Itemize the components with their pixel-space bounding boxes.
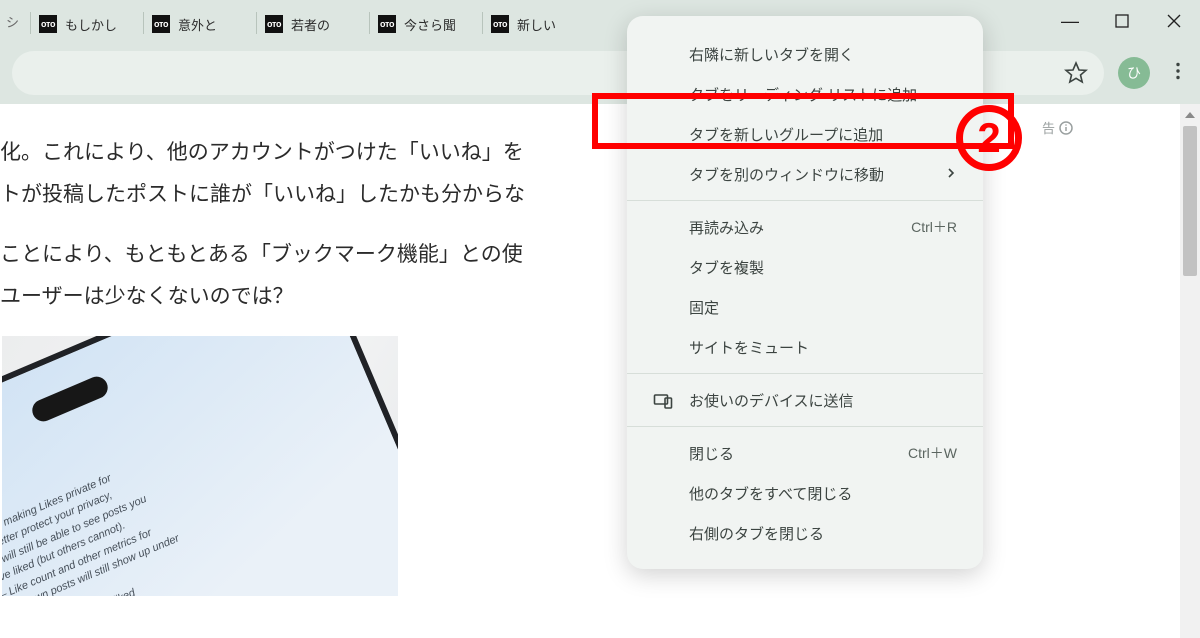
menu-item-label: 固定	[689, 297, 719, 318]
phone-screenshot-text: ing ♥ We're making Likes private for to …	[2, 348, 398, 596]
menu-divider	[627, 200, 983, 201]
menu-item-label: 他のタブをすべて閉じる	[689, 483, 852, 504]
phone-pill-label	[29, 373, 111, 425]
page-content: 化。これにより、他のアカウントがつけた「いいね」を トが投稿したポストに誰が「い…	[0, 104, 1180, 638]
menu-divider	[627, 426, 983, 427]
tab-fragment-label: シ	[6, 12, 19, 31]
article-line: ユーザーは少なくないのでは？	[0, 285, 294, 308]
minimize-icon: —	[1061, 11, 1079, 32]
menu-item-move-to-window[interactable]: タブを別のウィンドウに移動	[627, 154, 983, 194]
tab-item[interactable]: oтo 新しい	[483, 6, 595, 42]
menu-item-shortcut: Ctrl＋R	[911, 217, 957, 237]
tab-label: 意外と	[178, 15, 246, 34]
article-line: ことにより、もともとある「ブックマーク機能」との使	[0, 243, 523, 266]
menu-item-shortcut: Ctrl＋W	[908, 443, 957, 463]
menu-divider	[627, 373, 983, 374]
tab-item[interactable]: oтo 意外と	[144, 6, 256, 42]
tab-strip: シ oтo もしかし oтo 意外と oтo 若者の oтo 今さら聞 oтo …	[0, 0, 1200, 42]
menu-item-add-to-new-group[interactable]: タブを新しいグループに追加	[627, 114, 983, 154]
menu-item-label: サイトをミュート	[689, 337, 809, 358]
article-line: トが投稿したポストに誰が「いいね」したかも分からな	[0, 183, 525, 206]
menu-item-label: お使いのデバイスに送信	[689, 390, 854, 411]
menu-item-label: タブを複製	[689, 257, 764, 278]
window-controls: —	[1044, 0, 1200, 42]
menu-item-label: 再読み込み	[689, 217, 764, 238]
scrollbar-thumb[interactable]	[1183, 126, 1197, 276]
menu-item-reload[interactable]: 再読み込み Ctrl＋R	[627, 207, 983, 247]
tab-label: 新しい	[517, 15, 585, 34]
tab-label: 今さら聞	[404, 15, 472, 34]
tab-favicon-icon: oтo	[378, 15, 396, 33]
browser-menu-button[interactable]	[1168, 61, 1188, 86]
article-line: 化。これにより、他のアカウントがつけた「いいね」を	[0, 141, 524, 164]
menu-item-label: タブを別のウィンドウに移動	[689, 164, 884, 185]
tab-label: もしかし	[65, 15, 133, 34]
maximize-icon	[1115, 14, 1129, 28]
tab-item[interactable]: oтo 若者の	[257, 6, 369, 42]
menu-item-label: タブをリーディング リストに追加	[689, 84, 917, 105]
close-button[interactable]	[1148, 0, 1200, 42]
scroll-up-icon[interactable]	[1184, 108, 1196, 120]
article-paragraph: 化。これにより、他のアカウントがつけた「いいね」を トが投稿したポストに誰が「い…	[0, 132, 640, 216]
tab-item[interactable]: oтo もしかし	[31, 6, 143, 42]
tab-fragment-left: シ	[0, 0, 30, 42]
menu-item-label: 閉じる	[689, 443, 734, 464]
menu-item-close[interactable]: 閉じる Ctrl＋W	[627, 433, 983, 473]
tab-favicon-icon: oтo	[265, 15, 283, 33]
profile-avatar[interactable]: ひ	[1118, 57, 1150, 89]
article-paragraph: ことにより、もともとある「ブックマーク機能」との使 ユーザーは少なくないのでは？	[0, 234, 640, 318]
bookmark-star-button[interactable]	[1064, 61, 1088, 85]
article-image: ing ♥ We're making Likes private for to …	[2, 336, 398, 596]
minimize-button[interactable]: —	[1044, 0, 1096, 42]
ad-info-badge[interactable]: 告	[1042, 118, 1073, 137]
menu-item-label: タブを新しいグループに追加	[689, 124, 883, 145]
menu-item-label: 右側のタブを閉じる	[689, 523, 824, 544]
menu-item-pin[interactable]: 固定	[627, 287, 983, 327]
tab-favicon-icon: oтo	[491, 15, 509, 33]
ad-label: 告	[1042, 118, 1055, 137]
menu-item-mute-site[interactable]: サイトをミュート	[627, 327, 983, 367]
menu-item-close-other-tabs[interactable]: 他のタブをすべて閉じる	[627, 473, 983, 513]
menu-item-send-to-devices[interactable]: お使いのデバイスに送信	[627, 380, 983, 420]
menu-item-new-tab-right[interactable]: 右隣に新しいタブを開く	[627, 34, 983, 74]
tab-label: 若者の	[291, 15, 359, 34]
kebab-icon	[1168, 61, 1188, 81]
star-icon	[1064, 61, 1088, 85]
menu-item-label: 右隣に新しいタブを開く	[689, 44, 854, 65]
menu-item-add-reading-list[interactable]: タブをリーディング リストに追加	[627, 74, 983, 114]
devices-icon	[653, 391, 673, 411]
tab-item[interactable]: oтo 今さら聞	[370, 6, 482, 42]
close-icon	[1167, 14, 1181, 28]
info-icon	[1059, 121, 1073, 135]
avatar-initial: ひ	[1127, 63, 1141, 83]
toolbar-row: ひ	[0, 42, 1200, 104]
tab-context-menu: 右隣に新しいタブを開く タブをリーディング リストに追加 タブを新しいグループに…	[627, 16, 983, 569]
vertical-scrollbar[interactable]	[1180, 104, 1200, 638]
menu-item-duplicate[interactable]: タブを複製	[627, 247, 983, 287]
tab-favicon-icon: oтo	[39, 15, 57, 33]
maximize-button[interactable]	[1096, 0, 1148, 42]
chevron-right-icon	[945, 166, 957, 183]
tab-favicon-icon: oтo	[152, 15, 170, 33]
menu-item-close-tabs-right[interactable]: 右側のタブを閉じる	[627, 513, 983, 553]
